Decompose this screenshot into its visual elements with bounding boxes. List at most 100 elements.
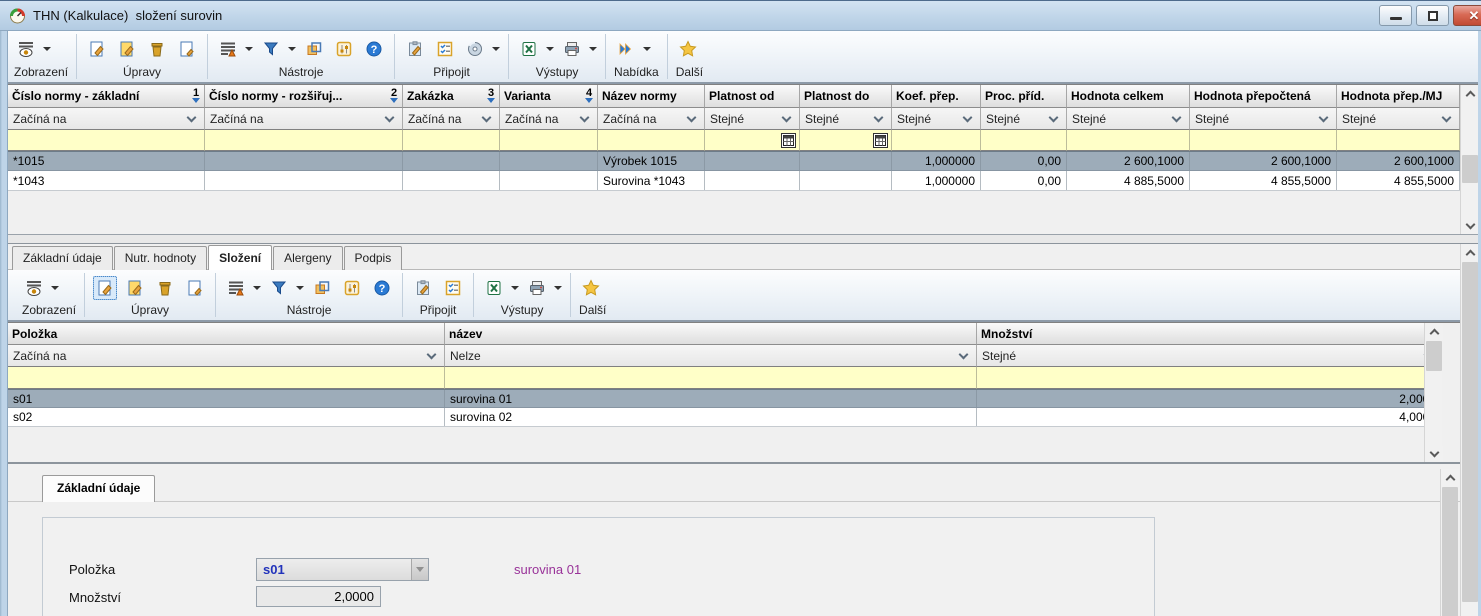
filter-combo[interactable]: Stejné bbox=[800, 108, 892, 130]
cell-platnost-do[interactable] bbox=[800, 171, 892, 190]
minimize-button[interactable] bbox=[1379, 5, 1412, 26]
cell-koef[interactable]: 1,000000 bbox=[892, 171, 981, 190]
cell-nazev[interactable]: Výrobek 1015 bbox=[598, 152, 705, 170]
filter-combo[interactable]: Začíná na bbox=[500, 108, 598, 130]
mnozstvi-field[interactable]: 2,0000 bbox=[256, 586, 381, 607]
scroll-up-button[interactable] bbox=[1425, 323, 1443, 340]
cell-prepoctena[interactable]: 4 855,5000 bbox=[1190, 171, 1337, 190]
cell-mnozstvi[interactable]: 4,0000 bbox=[977, 408, 1442, 426]
cell-polozka[interactable]: s01 bbox=[8, 390, 445, 407]
cell-cislo[interactable]: *1043 bbox=[8, 171, 205, 190]
cell-celkem[interactable]: 4 885,5000 bbox=[1067, 171, 1190, 190]
cell-platnost-do[interactable] bbox=[800, 152, 892, 170]
delete-record-button[interactable] bbox=[145, 37, 169, 61]
scroll-down-button[interactable] bbox=[1461, 218, 1479, 235]
column-header[interactable]: Číslo normy - rozšiřuj...2 bbox=[205, 85, 403, 108]
column-header[interactable]: Množství bbox=[977, 323, 1442, 345]
cell-prep-mj[interactable]: 4 855,5000 bbox=[1337, 171, 1460, 190]
cd-export-button[interactable] bbox=[463, 37, 487, 61]
filter-combo[interactable]: Stejné bbox=[977, 345, 1442, 367]
maximize-button[interactable] bbox=[1416, 5, 1449, 26]
search-cell[interactable] bbox=[1067, 130, 1190, 151]
cell-rozsir[interactable] bbox=[205, 171, 403, 190]
column-header[interactable]: Číslo normy - základní1 bbox=[8, 85, 205, 108]
scrollbar-thumb[interactable] bbox=[1442, 487, 1458, 616]
search-cell[interactable] bbox=[205, 130, 403, 151]
view-menu-button[interactable] bbox=[14, 37, 38, 61]
close-button[interactable]: ✕ bbox=[1453, 5, 1481, 26]
merge-button[interactable] bbox=[310, 276, 334, 300]
cell-nazev[interactable]: Surovina *1043 bbox=[598, 171, 705, 190]
cell-rozsir[interactable] bbox=[205, 152, 403, 170]
merge-button[interactable] bbox=[302, 37, 326, 61]
filter-button[interactable] bbox=[259, 37, 283, 61]
search-cell[interactable] bbox=[8, 367, 445, 389]
filter-combo[interactable]: Stejné bbox=[892, 108, 981, 130]
search-cell[interactable] bbox=[892, 130, 981, 151]
column-header[interactable]: název bbox=[445, 323, 977, 345]
column-header[interactable]: Hodnota přepočtená bbox=[1190, 85, 1337, 108]
search-cell[interactable] bbox=[403, 130, 500, 151]
norms-row-1043[interactable]: *1043 Surovina *1043 1,000000 0,00 4 885… bbox=[8, 171, 1460, 191]
filter-combo[interactable]: Stejné bbox=[981, 108, 1067, 130]
print-button[interactable] bbox=[525, 276, 549, 300]
search-cell[interactable] bbox=[1337, 130, 1460, 151]
search-cell[interactable] bbox=[705, 130, 800, 151]
checklist-button[interactable] bbox=[433, 37, 457, 61]
excel-export-button[interactable] bbox=[482, 276, 506, 300]
excel-export-button[interactable] bbox=[517, 37, 541, 61]
filter-combo[interactable]: Začíná na bbox=[205, 108, 403, 130]
search-cell[interactable] bbox=[598, 130, 705, 151]
cell-platnost-od[interactable] bbox=[705, 152, 800, 170]
sort-tools-button[interactable] bbox=[224, 276, 248, 300]
column-header[interactable]: Koef. přep. bbox=[892, 85, 981, 108]
filter-combo[interactable]: Stejné bbox=[1190, 108, 1337, 130]
new-record-button[interactable] bbox=[93, 276, 117, 300]
cell-mnozstvi[interactable]: 2,0000 bbox=[977, 390, 1442, 407]
view-menu-button[interactable] bbox=[22, 276, 46, 300]
search-cell[interactable] bbox=[500, 130, 598, 151]
filter-combo[interactable]: Nelze bbox=[445, 345, 977, 367]
cell-celkem[interactable]: 2 600,1000 bbox=[1067, 152, 1190, 170]
cell-koef[interactable]: 1,000000 bbox=[892, 152, 981, 170]
copy-record-button[interactable] bbox=[183, 276, 207, 300]
column-header[interactable]: Proc. příd. bbox=[981, 85, 1067, 108]
cell-proc[interactable]: 0,00 bbox=[981, 152, 1067, 170]
norms-row-1015[interactable]: *1015 Výrobek 1015 1,000000 0,00 2 600,1… bbox=[8, 151, 1460, 171]
edit-record-button[interactable] bbox=[123, 276, 147, 300]
chevron-down-icon[interactable] bbox=[51, 286, 59, 290]
filter-combo[interactable]: Začíná na bbox=[8, 108, 205, 130]
chevron-down-icon[interactable] bbox=[43, 47, 51, 51]
copy-record-button[interactable] bbox=[175, 37, 199, 61]
filter-combo[interactable]: Stejné bbox=[1067, 108, 1190, 130]
search-cell[interactable] bbox=[445, 367, 977, 389]
column-header[interactable]: Položka bbox=[8, 323, 445, 345]
column-header[interactable]: Hodnota celkem bbox=[1067, 85, 1190, 108]
sort-tools-button[interactable] bbox=[216, 37, 240, 61]
detail-scrollbar[interactable] bbox=[1440, 469, 1458, 616]
cell-nazev[interactable]: surovina 01 bbox=[445, 390, 977, 407]
search-cell[interactable] bbox=[977, 367, 1442, 389]
horizontal-splitter[interactable] bbox=[0, 234, 1481, 244]
scroll-up-button[interactable] bbox=[1461, 85, 1479, 102]
tab-podpis[interactable]: Podpis bbox=[344, 246, 403, 270]
tab-alergeny[interactable]: Alergeny bbox=[273, 246, 342, 270]
scrollbar-thumb[interactable] bbox=[1426, 341, 1442, 371]
column-header[interactable]: Zakázka3 bbox=[403, 85, 500, 108]
filter-combo[interactable]: Stejné bbox=[1337, 108, 1460, 130]
search-cell[interactable] bbox=[981, 130, 1067, 151]
edit-record-button[interactable] bbox=[115, 37, 139, 61]
chevron-down-icon[interactable] bbox=[643, 47, 651, 51]
tab-detail-zakladni-udaje[interactable]: Základní údaje bbox=[42, 475, 155, 502]
scroll-up-button[interactable] bbox=[1441, 469, 1459, 486]
cell-varianta[interactable] bbox=[500, 152, 598, 170]
bottom-region-scrollbar[interactable] bbox=[1460, 244, 1478, 616]
menu-button[interactable] bbox=[614, 37, 638, 61]
new-record-button[interactable] bbox=[85, 37, 109, 61]
cell-zakazka[interactable] bbox=[403, 152, 500, 170]
norms-scrollbar[interactable] bbox=[1460, 85, 1478, 235]
cell-cislo[interactable]: *1015 bbox=[8, 152, 205, 170]
tab-slozeni[interactable]: Složení bbox=[208, 245, 272, 270]
delete-record-button[interactable] bbox=[153, 276, 177, 300]
filter-combo[interactable]: Stejné bbox=[705, 108, 800, 130]
